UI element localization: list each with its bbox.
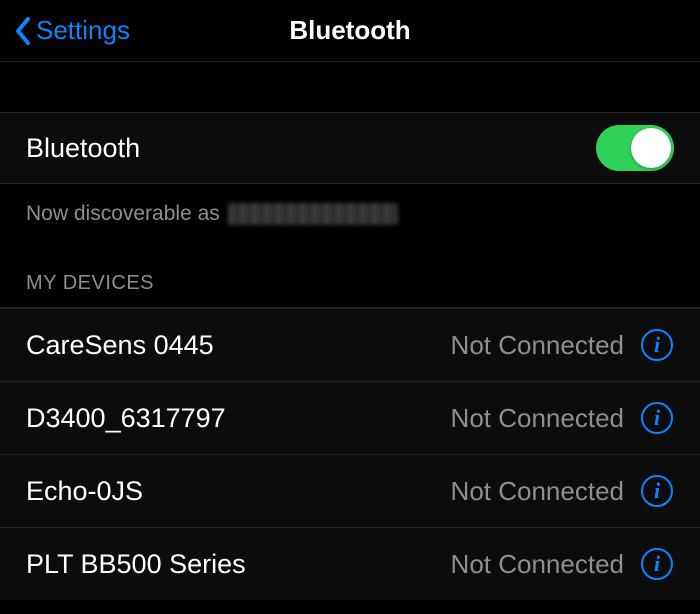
device-name: D3400_6317797 — [26, 403, 226, 434]
bluetooth-toggle-label: Bluetooth — [26, 133, 140, 164]
svg-text:i: i — [654, 405, 661, 430]
svg-text:i: i — [654, 478, 661, 503]
bluetooth-toggle-row: Bluetooth — [0, 112, 700, 184]
svg-text:i: i — [654, 332, 661, 357]
discoverable-prefix: Now discoverable as — [26, 202, 220, 226]
info-icon[interactable]: i — [640, 328, 674, 362]
device-status: Not Connected — [451, 549, 624, 580]
info-icon[interactable]: i — [640, 547, 674, 581]
my-devices-header: MY DEVICES — [0, 226, 700, 307]
page-title: Bluetooth — [289, 15, 410, 46]
svg-text:i: i — [654, 551, 661, 576]
bluetooth-toggle[interactable] — [596, 125, 674, 171]
device-right: Not Connected i — [451, 547, 674, 581]
device-status: Not Connected — [451, 403, 624, 434]
device-name: PLT BB500 Series — [26, 549, 246, 580]
chevron-left-icon — [14, 17, 32, 45]
back-label: Settings — [36, 15, 130, 46]
info-icon[interactable]: i — [640, 401, 674, 435]
device-status: Not Connected — [451, 476, 624, 507]
device-name: CareSens 0445 — [26, 330, 214, 361]
device-right: Not Connected i — [451, 328, 674, 362]
device-row[interactable]: CareSens 0445 Not Connected i — [0, 308, 700, 381]
switch-knob — [631, 128, 671, 168]
device-right: Not Connected i — [451, 401, 674, 435]
device-list: CareSens 0445 Not Connected i D3400_6317… — [0, 307, 700, 600]
discoverable-text: Now discoverable as — [0, 184, 700, 226]
spacer — [0, 62, 700, 112]
device-right: Not Connected i — [451, 474, 674, 508]
back-button[interactable]: Settings — [0, 15, 130, 46]
device-row[interactable]: Echo-0JS Not Connected i — [0, 454, 700, 527]
info-icon[interactable]: i — [640, 474, 674, 508]
device-row[interactable]: PLT BB500 Series Not Connected i — [0, 527, 700, 600]
device-name: Echo-0JS — [26, 476, 143, 507]
device-row[interactable]: D3400_6317797 Not Connected i — [0, 381, 700, 454]
device-name-redacted — [228, 203, 398, 225]
nav-bar: Settings Bluetooth — [0, 0, 700, 62]
device-status: Not Connected — [451, 330, 624, 361]
